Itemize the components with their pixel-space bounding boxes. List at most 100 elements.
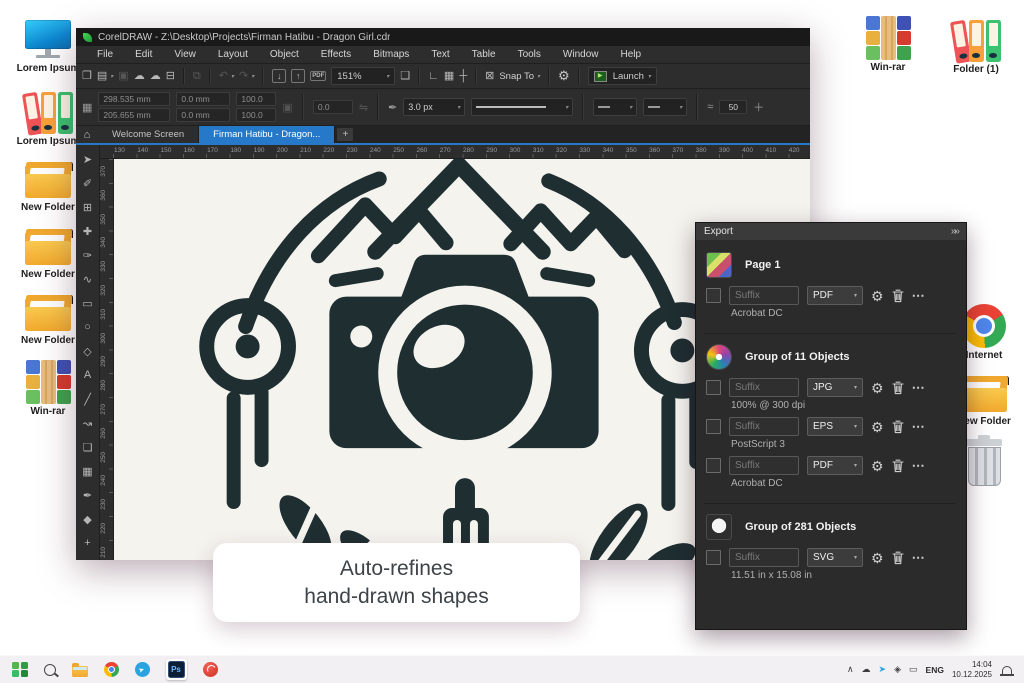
- options-gear-icon[interactable]: ⚙: [558, 68, 570, 84]
- more-options-icon[interactable]: ⋯: [912, 289, 925, 302]
- outline-width-select[interactable]: 3.0 px ▾: [403, 98, 466, 116]
- menu-item-effects[interactable]: Effects: [310, 49, 362, 60]
- chrome-button[interactable]: [103, 662, 119, 677]
- photoshop-button[interactable]: Ps: [165, 659, 187, 680]
- menu-item-view[interactable]: View: [163, 49, 207, 60]
- file-explorer-button[interactable]: [71, 662, 88, 677]
- eyedropper-tool-icon[interactable]: ✒: [76, 483, 99, 507]
- menu-item-text[interactable]: Text: [420, 49, 460, 60]
- object-y-field[interactable]: 205.655 mm: [98, 108, 171, 122]
- notifications-bell-icon[interactable]: [1000, 665, 1014, 676]
- delete-trash-icon[interactable]: [892, 289, 904, 303]
- menu-item-edit[interactable]: Edit: [124, 49, 163, 60]
- export-row-checkbox[interactable]: [706, 288, 721, 303]
- home-icon[interactable]: ⌂: [76, 126, 98, 143]
- smoothing-increase-icon[interactable]: ＋: [753, 99, 764, 115]
- cloud-download-icon[interactable]: ☁: [150, 70, 161, 82]
- text-tool-icon[interactable]: A: [76, 363, 99, 387]
- more-options-icon[interactable]: ⋯: [912, 420, 925, 433]
- print-icon[interactable]: ⊟: [166, 70, 175, 82]
- tab-welcome-screen[interactable]: Welcome Screen: [98, 126, 200, 143]
- pick-tool-icon[interactable]: ➤: [76, 147, 99, 171]
- shape-tool-icon[interactable]: ✐: [76, 171, 99, 195]
- launch-dropdown[interactable]: ▶ Launch ▾: [587, 67, 657, 85]
- menu-item-file[interactable]: File: [86, 49, 124, 60]
- more-options-icon[interactable]: ⋯: [912, 381, 925, 394]
- menu-item-object[interactable]: Object: [259, 49, 310, 60]
- desktop-icon-lorem-ipsum[interactable]: Lorem Ipsum: [12, 88, 84, 148]
- object-width-field[interactable]: 0.0 mm: [176, 92, 231, 106]
- rotation-angle-field[interactable]: 0.0: [312, 100, 353, 114]
- scale-x-field[interactable]: 100.0: [236, 92, 277, 106]
- format-select[interactable]: EPS ▾: [807, 417, 863, 436]
- grid-toggle-icon[interactable]: ▦: [444, 70, 454, 82]
- rectangle-tool-icon[interactable]: ▭: [76, 291, 99, 315]
- menu-item-help[interactable]: Help: [610, 49, 653, 60]
- display-icon[interactable]: ▭: [909, 664, 918, 675]
- add-tool-icon[interactable]: +: [76, 531, 99, 555]
- snap-to-dropdown[interactable]: Snap To ▾: [499, 71, 540, 82]
- export-settings-gear-icon[interactable]: ⚙: [871, 551, 884, 565]
- format-select[interactable]: JPG ▾: [807, 378, 863, 397]
- more-options-icon[interactable]: ⋯: [912, 551, 925, 564]
- lock-ratio-icon[interactable]: ▣: [282, 101, 292, 114]
- suffix-input[interactable]: [729, 456, 799, 475]
- desktop-icon-new-folder[interactable]: New Folder: [12, 160, 84, 214]
- undo-icon[interactable]: ↶: [219, 70, 228, 82]
- desktop-icon-win-rar[interactable]: Win-rar: [12, 359, 84, 418]
- desktop-icon-new-folder[interactable]: New Folder: [12, 293, 84, 347]
- suffix-input[interactable]: [729, 417, 799, 436]
- export-row-checkbox[interactable]: [706, 458, 721, 473]
- line-style-select[interactable]: ▾: [471, 98, 574, 116]
- onedrive-icon[interactable]: ☁: [862, 664, 871, 675]
- transparency-tool-icon[interactable]: ▦: [76, 459, 99, 483]
- delete-trash-icon[interactable]: [892, 381, 904, 395]
- end-arrowhead-select[interactable]: ▾: [643, 98, 688, 116]
- export-row-checkbox[interactable]: [706, 419, 721, 434]
- tab-document[interactable]: Firman Hatibu - Dragon...: [199, 126, 336, 143]
- export-settings-gear-icon[interactable]: ⚙: [871, 381, 884, 395]
- delete-trash-icon[interactable]: [892, 420, 904, 434]
- fill-tool-icon[interactable]: ◆: [76, 507, 99, 531]
- new-document-icon[interactable]: ❐: [82, 70, 92, 82]
- object-x-field[interactable]: 298.535 mm: [98, 92, 171, 106]
- telegram-tray-icon[interactable]: ➤: [879, 664, 887, 675]
- new-tab-button[interactable]: +: [337, 128, 354, 141]
- menu-item-layout[interactable]: Layout: [207, 49, 259, 60]
- shadow-tool-icon[interactable]: ❏: [76, 435, 99, 459]
- language-indicator[interactable]: ENG: [926, 665, 944, 675]
- guidelines-toggle-icon[interactable]: ┼: [459, 70, 467, 82]
- zoom-level-select[interactable]: 151% ▾: [331, 67, 396, 85]
- crop-tool-icon[interactable]: ⊞: [76, 195, 99, 219]
- object-height-field[interactable]: 0.0 mm: [176, 108, 231, 122]
- export-settings-gear-icon[interactable]: ⚙: [871, 459, 884, 473]
- coreldraw-app-button[interactable]: [202, 662, 218, 677]
- fullscreen-icon[interactable]: ❑: [400, 70, 410, 82]
- line-tool-icon[interactable]: ╱: [76, 387, 99, 411]
- format-select[interactable]: SVG ▾: [807, 548, 863, 567]
- delete-trash-icon[interactable]: [892, 551, 904, 565]
- export-row-checkbox[interactable]: [706, 550, 721, 565]
- connector-tool-icon[interactable]: ↝: [76, 411, 99, 435]
- more-options-icon[interactable]: ⋯: [912, 459, 925, 472]
- desktop-icon-win-rar[interactable]: Win-rar: [852, 16, 924, 76]
- open-icon[interactable]: ▤: [97, 70, 107, 82]
- suffix-input[interactable]: [729, 286, 799, 305]
- polygon-tool-icon[interactable]: ◇: [76, 339, 99, 363]
- start-arrowhead-select[interactable]: ▾: [593, 98, 638, 116]
- redo-icon[interactable]: ↷: [239, 70, 248, 82]
- format-select[interactable]: PDF ▾: [807, 456, 863, 475]
- menu-item-bitmaps[interactable]: Bitmaps: [362, 49, 420, 60]
- title-bar[interactable]: CorelDRAW - Z:\Desktop\Projects\Firman H…: [76, 28, 810, 46]
- desktop-icon-lorem-ipsum[interactable]: Lorem Ipsum: [12, 20, 84, 75]
- snap-off-icon[interactable]: ⊠: [485, 70, 494, 82]
- tray-app-icon[interactable]: ◈: [894, 664, 901, 675]
- start-button[interactable]: [12, 661, 28, 678]
- desktop-icon-new-folder[interactable]: New Folder: [12, 227, 84, 281]
- freehand-tool-icon[interactable]: ✑: [76, 243, 99, 267]
- suffix-input[interactable]: [729, 548, 799, 567]
- menu-item-tools[interactable]: Tools: [507, 49, 552, 60]
- mirror-horizontal-icon[interactable]: ⇋: [359, 101, 368, 114]
- import-icon[interactable]: ↓: [272, 69, 287, 83]
- menu-item-table[interactable]: Table: [461, 49, 507, 60]
